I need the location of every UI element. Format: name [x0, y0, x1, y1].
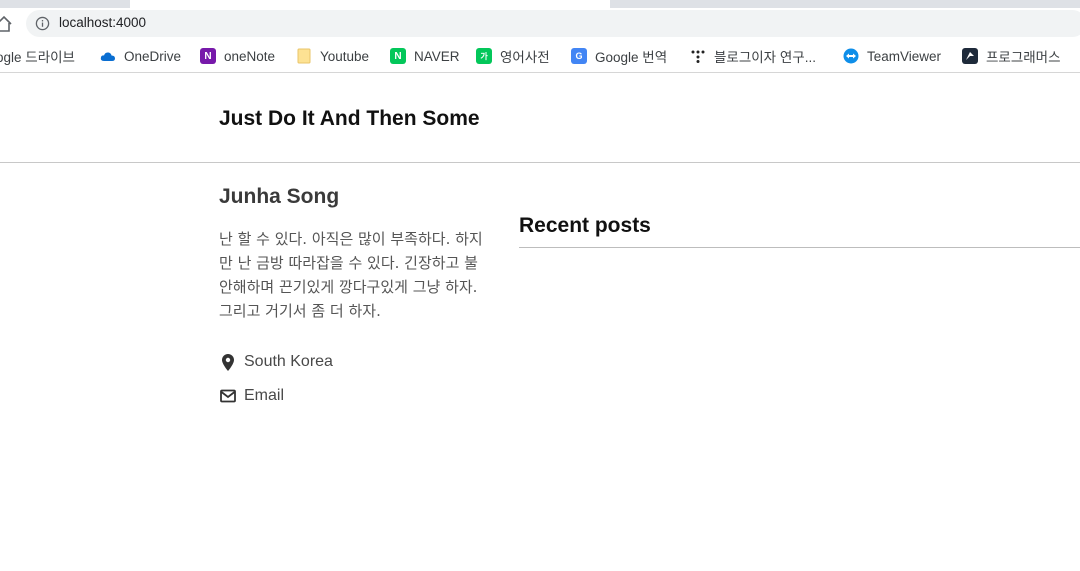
bookmark-label: TeamViewer [867, 48, 942, 64]
bookmark-label: ogle 드라이브 [0, 50, 75, 65]
author-location: South Korea [219, 345, 489, 379]
programmers-icon [962, 48, 978, 64]
author-email-text[interactable]: Email [244, 387, 284, 405]
bookmark-blog[interactable]: 블로그이자 연구... [690, 46, 816, 66]
address-bar-row: localhost:4000 [0, 8, 1080, 40]
naver-icon: N [390, 48, 406, 64]
author-bio: 난 할 수 있다. 아직은 많이 부족하다. 하지만 난 금방 따라잡을 수 있… [219, 230, 483, 320]
site-title-link[interactable]: Just Do It And Then Some [219, 107, 480, 131]
onedrive-icon [100, 48, 116, 64]
bookmark-label: 블로그이자 연구... [714, 50, 816, 65]
bookmark-onenote[interactable]: N oneNote [200, 46, 275, 66]
naver-dictionary-icon: 가 [476, 48, 492, 64]
bookmark-label: 영어사전 [500, 50, 550, 65]
url-text[interactable]: localhost:4000 [59, 15, 146, 30]
map-marker-icon [219, 353, 237, 371]
author-location-text: South Korea [244, 353, 333, 370]
bookmark-programmers[interactable]: 프로그래머스 [962, 46, 1061, 66]
dots-icon [690, 48, 706, 64]
address-bar[interactable]: localhost:4000 [26, 10, 1080, 37]
bookmark-label: oneNote [224, 48, 276, 64]
bookmark-dictionary[interactable]: 가 영어사전 [476, 46, 550, 66]
author-sidebar: Junha Song 난 할 수 있다. 아직은 많이 부족하다. 하지만 난 … [219, 185, 489, 413]
recent-posts-heading: Recent posts [519, 214, 1080, 248]
bookmark-google-translate[interactable]: G Google 번역 [571, 46, 667, 66]
bookmarks-bar: ogle 드라이브 OneDrive N oneNote Youtube N N… [0, 40, 1080, 73]
bookmark-youtube[interactable]: Youtube [296, 46, 369, 66]
bookmark-naver[interactable]: N NAVER [390, 46, 460, 66]
bookmark-label: NAVER [414, 48, 460, 64]
onenote-icon: N [200, 48, 216, 64]
site-header: Just Do It And Then Some [0, 74, 1080, 163]
tab-strip [0, 0, 1080, 8]
bookmark-onedrive[interactable]: OneDrive [100, 46, 181, 66]
bookmark-teamviewer[interactable]: TeamViewer [843, 46, 941, 66]
bookmark-label: 프로그래머스 [986, 50, 1061, 65]
info-icon[interactable] [35, 16, 50, 31]
teamviewer-icon [843, 48, 859, 64]
bookmark-google-drive[interactable]: ogle 드라이브 [0, 46, 75, 66]
bookmark-label: OneDrive [124, 48, 182, 64]
bookmark-label: Youtube [320, 48, 370, 64]
folder-icon [296, 48, 312, 64]
bookmark-label: Google 번역 [595, 50, 668, 65]
active-tab[interactable] [130, 0, 610, 8]
envelope-icon [219, 387, 237, 405]
author-links: South Korea Email [219, 345, 489, 413]
author-email-link[interactable]: Email [219, 379, 489, 413]
home-icon[interactable] [0, 14, 14, 34]
main-content: Recent posts [519, 214, 1080, 248]
google-translate-icon: G [571, 48, 587, 64]
author-name: Junha Song [219, 185, 340, 208]
